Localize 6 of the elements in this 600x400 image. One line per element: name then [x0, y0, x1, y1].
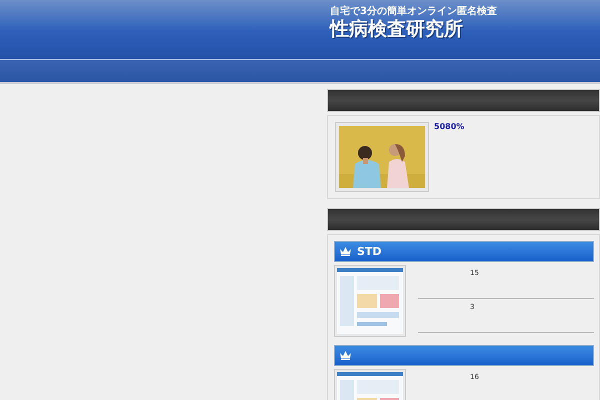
- tagline: 自宅で3分の簡単オンライン匿名検査: [330, 6, 497, 17]
- ranking-title: STD: [357, 245, 382, 258]
- feature-caption[interactable]: 5080%: [434, 122, 464, 131]
- site-logo[interactable]: 性病検査研究所: [330, 17, 497, 41]
- crown-icon: [340, 247, 351, 256]
- crown-icon: [340, 351, 351, 360]
